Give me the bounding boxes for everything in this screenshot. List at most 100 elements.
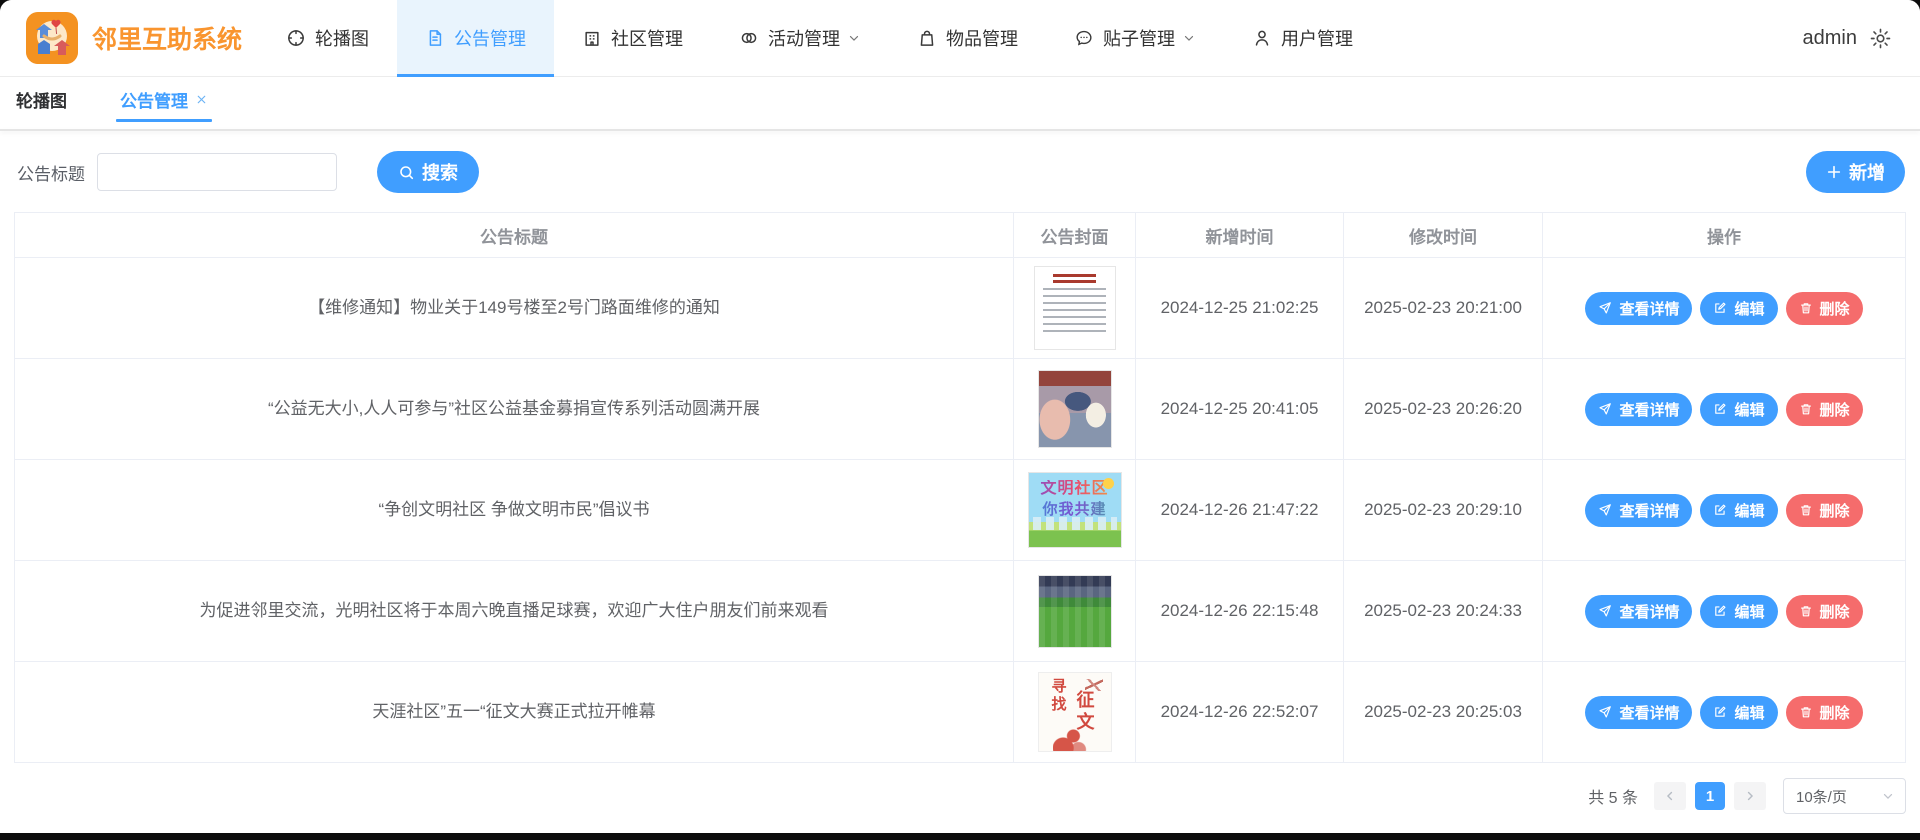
nav-item-carousel[interactable]: 轮播图 bbox=[258, 0, 397, 76]
page-size-select[interactable]: 10条/页 bbox=[1783, 778, 1906, 814]
view-button-label: 查看详情 bbox=[1619, 401, 1680, 419]
view-button[interactable]: 查看详情 bbox=[1585, 392, 1693, 426]
modified-time: 2025-02-23 20:26:20 bbox=[1344, 359, 1543, 459]
cover-text: 寻找 bbox=[1049, 678, 1067, 714]
tab-label: 公告管理 bbox=[120, 92, 188, 111]
actions-cell: 查看详情 编辑 删除 bbox=[1543, 258, 1905, 358]
announcement-title: “争创文明社区 争做文明市民”倡议书 bbox=[15, 460, 1014, 560]
gear-icon[interactable] bbox=[1869, 27, 1892, 50]
add-button[interactable]: 新增 bbox=[1806, 151, 1905, 193]
content-divider bbox=[0, 129, 1920, 131]
send-icon bbox=[1598, 402, 1612, 416]
created-time: 2024-12-26 22:15:48 bbox=[1136, 561, 1344, 661]
view-button[interactable]: 查看详情 bbox=[1585, 493, 1693, 527]
send-icon bbox=[1598, 301, 1612, 315]
nav-item-label: 用户管理 bbox=[1281, 29, 1354, 49]
announcement-title: 为促进邻里交流，光明社区将于本周六晚直播足球赛，欢迎广大住户朋友们前来观看 bbox=[15, 561, 1014, 661]
delete-button[interactable]: 删除 bbox=[1785, 291, 1863, 325]
nav-item-activity[interactable]: 活动管理 bbox=[711, 0, 889, 76]
nav-item-label: 轮播图 bbox=[315, 29, 370, 49]
plus-icon bbox=[1826, 164, 1842, 180]
page-number-button[interactable]: 1 bbox=[1695, 782, 1725, 810]
view-button-label: 查看详情 bbox=[1619, 300, 1680, 318]
community-icon bbox=[582, 28, 602, 48]
nav-item-label: 社区管理 bbox=[611, 29, 684, 49]
app-logo-icon bbox=[26, 12, 78, 64]
chevron-down-icon bbox=[1881, 789, 1895, 803]
nav-item-users[interactable]: 用户管理 bbox=[1224, 0, 1381, 76]
modified-time: 2025-02-23 20:21:00 bbox=[1344, 258, 1543, 358]
edit-button[interactable]: 编辑 bbox=[1700, 291, 1778, 325]
edit-button-label: 编辑 bbox=[1734, 300, 1765, 318]
edit-button[interactable]: 编辑 bbox=[1700, 695, 1778, 729]
main-nav: 轮播图 公告管理 社区管理 活动管理 物品管理 贴子管理 用户管理 bbox=[258, 0, 1381, 77]
actions-cell: 查看详情 编辑 删除 bbox=[1543, 561, 1905, 661]
created-time: 2024-12-25 21:02:25 bbox=[1136, 258, 1344, 358]
tab-label: 轮播图 bbox=[16, 92, 67, 111]
actions-cell: 查看详情 编辑 删除 bbox=[1543, 662, 1905, 762]
edit-button-label: 编辑 bbox=[1734, 401, 1765, 419]
announcement-cover-image[interactable]: 文明社区 你我共建 bbox=[1027, 472, 1122, 548]
column-header: 操作 bbox=[1543, 213, 1905, 257]
delete-button-label: 删除 bbox=[1819, 300, 1850, 318]
tab-announcement[interactable]: 公告管理 bbox=[116, 77, 212, 122]
column-header: 修改时间 bbox=[1344, 213, 1543, 257]
table-row: “争创文明社区 争做文明市民”倡议书 文明社区 你我共建 2024-12-26 21:… bbox=[15, 459, 1905, 560]
current-user[interactable]: admin bbox=[1803, 27, 1857, 50]
chevron-down-icon bbox=[847, 31, 861, 45]
delete-button[interactable]: 删除 bbox=[1785, 493, 1863, 527]
announcement-cover-image[interactable] bbox=[1033, 266, 1116, 350]
announcements-table: 公告标题 公告封面 新增时间 修改时间 操作 【维修通知】物业关于149号楼至2号门路面… bbox=[14, 212, 1906, 763]
add-button-label: 新增 bbox=[1849, 163, 1885, 183]
view-button[interactable]: 查看详情 bbox=[1585, 291, 1693, 325]
actions-cell: 查看详情 编辑 删除 bbox=[1543, 359, 1905, 459]
nav-item-posts[interactable]: 贴子管理 bbox=[1046, 0, 1224, 76]
nav-item-announcement[interactable]: 公告管理 bbox=[397, 0, 555, 77]
tab-bar: 轮播图 公告管理 bbox=[0, 77, 1920, 122]
delete-button[interactable]: 删除 bbox=[1785, 695, 1863, 729]
next-page-button[interactable] bbox=[1734, 782, 1766, 810]
announcement-cover-image[interactable] bbox=[1037, 574, 1112, 648]
modified-time: 2025-02-23 20:24:33 bbox=[1344, 561, 1543, 661]
delete-button[interactable]: 删除 bbox=[1785, 594, 1863, 628]
trash-icon bbox=[1799, 301, 1813, 315]
actions-cell: 查看详情 编辑 删除 bbox=[1543, 460, 1905, 560]
navbar-right: admin bbox=[1803, 27, 1892, 50]
app-title: 邻里互助系统 bbox=[92, 26, 243, 54]
delete-button-label: 删除 bbox=[1819, 401, 1850, 419]
table-row: 【维修通知】物业关于149号楼至2号门路面维修的通知 2024-12-25 21:… bbox=[15, 257, 1905, 358]
view-button[interactable]: 查看详情 bbox=[1585, 695, 1693, 729]
search-button[interactable]: 搜索 bbox=[377, 151, 479, 193]
filter-label: 公告标题 bbox=[17, 164, 85, 184]
tab-carousel[interactable]: 轮播图 bbox=[14, 77, 69, 122]
modified-time: 2025-02-23 20:29:10 bbox=[1344, 460, 1543, 560]
nav-item-community[interactable]: 社区管理 bbox=[554, 0, 711, 76]
edit-button[interactable]: 编辑 bbox=[1700, 594, 1778, 628]
edit-button-label: 编辑 bbox=[1734, 603, 1765, 621]
announcement-cover-image[interactable]: 寻找 征文 bbox=[1037, 672, 1112, 752]
edit-icon bbox=[1713, 503, 1727, 517]
prev-page-button[interactable] bbox=[1654, 782, 1686, 810]
close-icon[interactable] bbox=[195, 93, 208, 106]
view-button[interactable]: 查看详情 bbox=[1585, 594, 1693, 628]
cover-cell: 文明社区 你我共建 bbox=[1014, 460, 1136, 560]
cover-text: 文明社区 bbox=[1029, 480, 1121, 498]
announcement-cover-image[interactable] bbox=[1037, 370, 1112, 448]
announcement-title-input[interactable] bbox=[97, 153, 337, 191]
announcement-title: 【维修通知】物业关于149号楼至2号门路面维修的通知 bbox=[15, 258, 1014, 358]
nav-item-goods[interactable]: 物品管理 bbox=[889, 0, 1046, 76]
created-time: 2024-12-26 22:52:07 bbox=[1136, 662, 1344, 762]
created-time: 2024-12-25 20:41:05 bbox=[1136, 359, 1344, 459]
cover-cell bbox=[1014, 359, 1136, 459]
announcement-title: “公益无大小,人人可参与”社区公益基金募捐宣传系列活动圆满开展 bbox=[15, 359, 1014, 459]
edit-button[interactable]: 编辑 bbox=[1700, 392, 1778, 426]
page-size-value: 10条/页 bbox=[1796, 788, 1847, 806]
delete-button[interactable]: 删除 bbox=[1785, 392, 1863, 426]
edit-button[interactable]: 编辑 bbox=[1700, 493, 1778, 527]
created-time: 2024-12-26 21:47:22 bbox=[1136, 460, 1344, 560]
search-icon bbox=[398, 164, 415, 181]
edit-button-label: 编辑 bbox=[1734, 704, 1765, 722]
delete-button-label: 删除 bbox=[1819, 603, 1850, 621]
nav-item-label: 贴子管理 bbox=[1103, 29, 1176, 49]
chevron-down-icon bbox=[1182, 31, 1196, 45]
